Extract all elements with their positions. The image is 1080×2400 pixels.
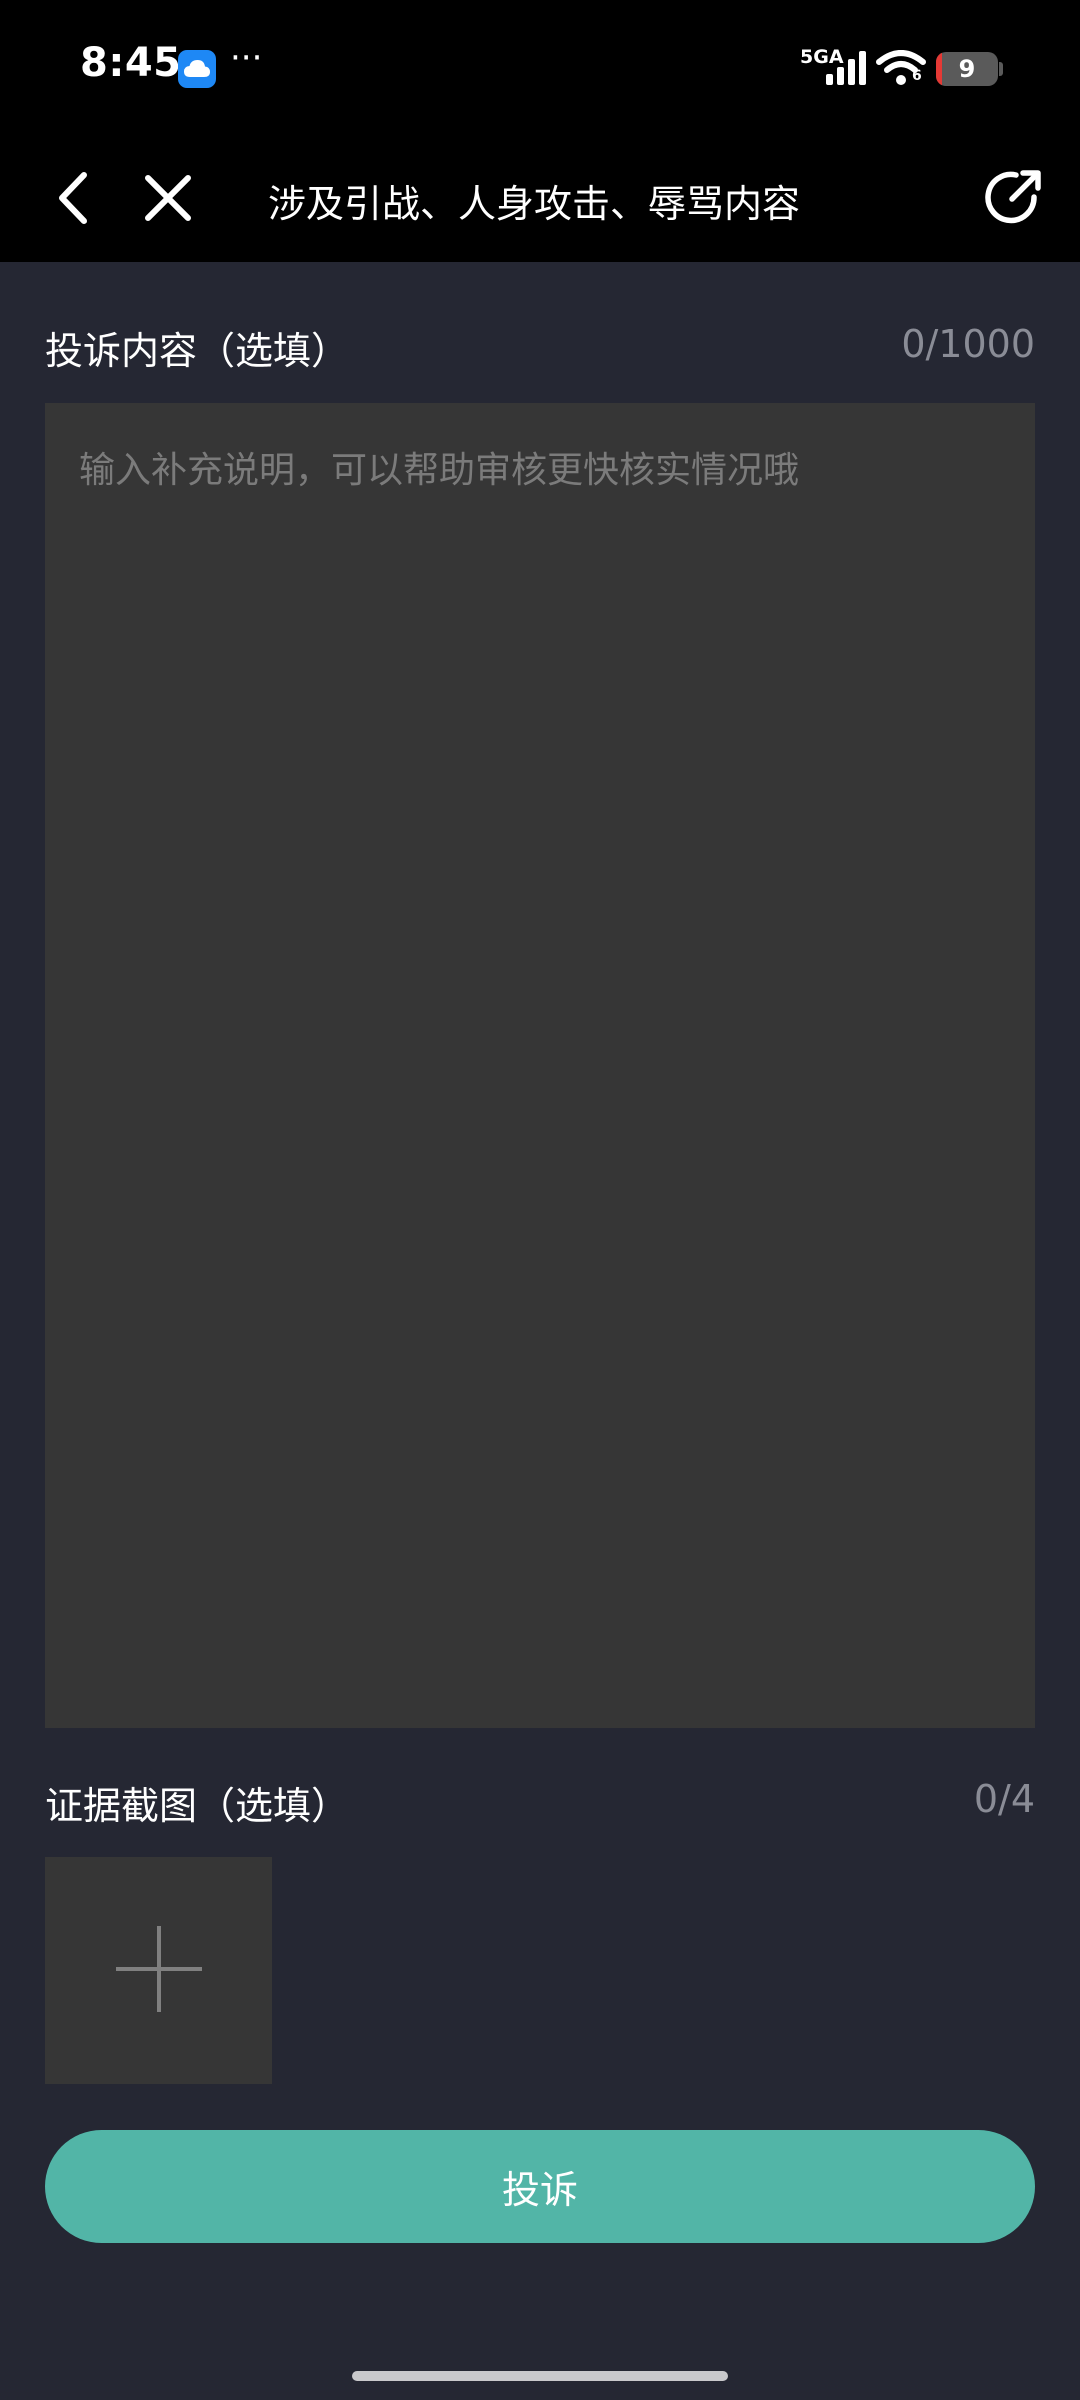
complaint-content-label: 投诉内容（选填） bbox=[45, 329, 350, 373]
battery-icon: 9 bbox=[936, 52, 998, 86]
close-icon[interactable] bbox=[138, 165, 198, 231]
add-screenshot-button[interactable] bbox=[45, 1857, 272, 2084]
evidence-counter: 0/4 bbox=[973, 1777, 1035, 1821]
page-title: 涉及引战、人身攻击、辱骂内容 bbox=[268, 182, 801, 226]
status-bar: 8:45 ··· 5GA 6 9 bbox=[0, 0, 1080, 135]
battery-level: 9 bbox=[958, 55, 976, 83]
wifi-version-label: 6 bbox=[912, 68, 922, 84]
battery-cap bbox=[999, 62, 1003, 76]
evidence-screenshot-label: 证据截图（选填） bbox=[45, 1784, 350, 1828]
nav-bar: 涉及引战、人身攻击、辱骂内容 bbox=[0, 135, 1080, 262]
share-icon[interactable] bbox=[978, 163, 1048, 233]
more-notifications-icon: ··· bbox=[230, 38, 263, 78]
complaint-char-counter: 0/1000 bbox=[901, 322, 1035, 366]
submit-complaint-button[interactable]: 投诉 bbox=[45, 2130, 1035, 2243]
signal-icon bbox=[822, 50, 870, 90]
home-indicator[interactable] bbox=[352, 2371, 728, 2381]
plus-icon bbox=[114, 1924, 204, 2018]
status-time: 8:45 bbox=[80, 40, 182, 86]
cloud-icon bbox=[178, 50, 216, 88]
chevron-left-icon[interactable] bbox=[44, 165, 104, 231]
complaint-textarea[interactable] bbox=[45, 403, 1035, 1728]
